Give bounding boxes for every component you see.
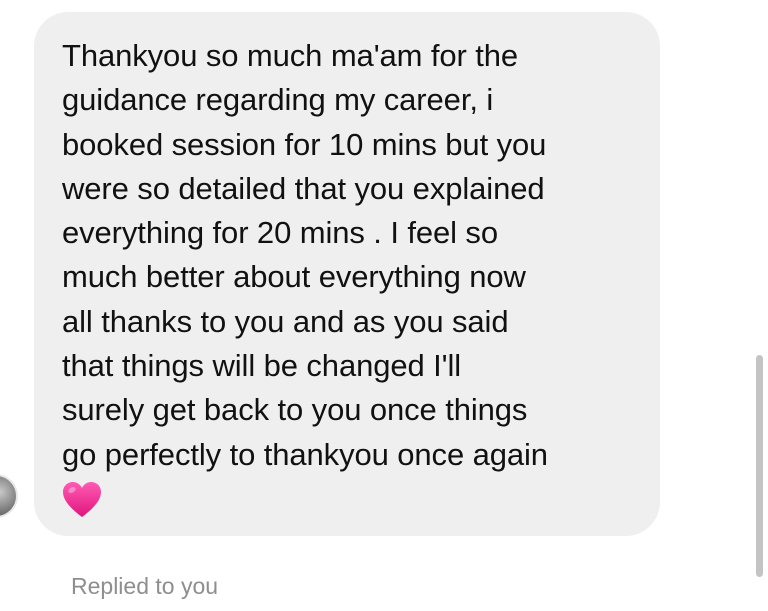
replied-status: Replied to you: [71, 573, 219, 599]
scrollbar[interactable]: [756, 355, 763, 577]
message-bubble[interactable]: Thankyou so much ma'am for the guidance …: [34, 12, 660, 536]
pink-heart-icon: [63, 481, 101, 517]
chat-thread: Thankyou so much ma'am for the guidance …: [0, 0, 768, 611]
message-text: Thankyou so much ma'am for the guidance …: [62, 38, 548, 472]
sender-avatar[interactable]: [0, 474, 18, 518]
